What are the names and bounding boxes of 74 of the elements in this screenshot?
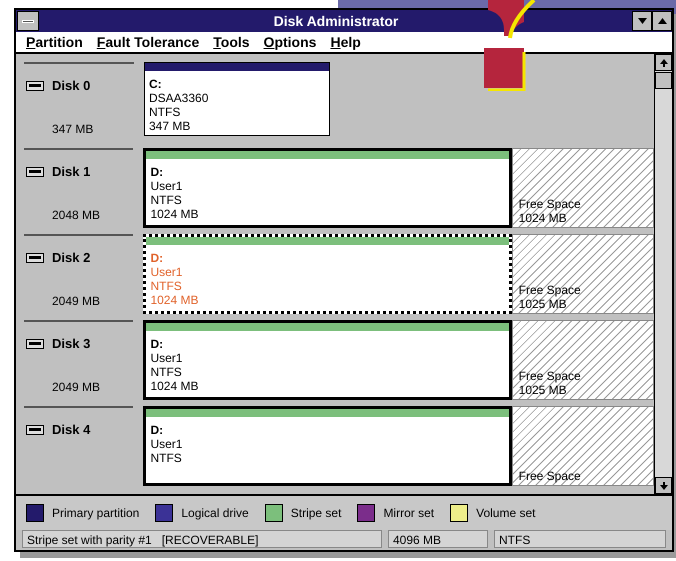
scroll-up-button[interactable] (655, 54, 672, 71)
partition-info: 1024 MB (150, 207, 200, 221)
disk-name: Disk 0 (52, 77, 90, 95)
menu-item[interactable]: Tools (213, 32, 250, 52)
partition-info: 347 MB (149, 119, 192, 133)
up-arrow-icon (658, 18, 666, 24)
partition-info: NTFS (150, 365, 183, 379)
disk-drive-icon (26, 80, 44, 91)
disk-size: 2049 MB (51, 293, 102, 310)
partition-info: Free Space (518, 469, 582, 483)
partition-info: NTFS (150, 451, 183, 465)
legend-label: Stripe set (290, 505, 342, 522)
free-space-region[interactable]: Free Space 1025 MB (512, 320, 654, 400)
legend-label: Mirror set (383, 505, 434, 522)
system-menu-button[interactable] (17, 11, 39, 31)
partition-info: 1025 MB (518, 383, 568, 397)
partition-block[interactable]: C: DSAA3360 NTFS 347 MB (144, 62, 330, 136)
legend-label: Primary partition (52, 505, 140, 522)
partition-info: NTFS (150, 279, 183, 293)
partition-block[interactable]: D: User1 NTFS 1024 MB (143, 148, 512, 228)
partition-info: D: (150, 423, 164, 437)
partition-info: 1025 MB (518, 297, 568, 311)
free-space-region[interactable]: Free Space 1025 MB (512, 234, 654, 314)
legend-label: Volume set (476, 505, 536, 522)
disk-size: 347 MB (51, 121, 94, 138)
partition-block[interactable]: D: User1 NTFS (143, 406, 512, 486)
partition-info: Free Space (518, 197, 582, 211)
partition-info: C: (149, 77, 163, 91)
partition-info: User1 (150, 265, 184, 279)
disk-drive-icon (26, 424, 44, 435)
menu-item[interactable]: Fault Tolerance (96, 32, 200, 52)
legend-label: Logical drive (181, 505, 249, 522)
partition-info: 1024 MB (150, 379, 200, 393)
disk-size: 2048 MB (51, 207, 102, 224)
maximize-button[interactable] (652, 11, 672, 31)
disk-name: Disk 3 (52, 335, 90, 353)
partition-info: NTFS (149, 105, 182, 119)
partition-info: D: (150, 251, 164, 265)
down-arrow-icon (638, 18, 646, 24)
partition-info: User1 (150, 179, 184, 193)
down-arrow-icon (660, 482, 668, 490)
partition-info: User1 (150, 437, 184, 451)
partition-info: DSAA3360 (149, 91, 210, 105)
menu-item[interactable]: Help (330, 32, 361, 52)
free-space-region[interactable]: Free Space 1024 MB (512, 148, 654, 228)
disk-drive-icon (26, 338, 44, 349)
partition-info: 1024 MB (518, 211, 568, 225)
partition-info: D: (150, 165, 164, 179)
partition-info: NTFS (150, 193, 183, 207)
scroll-thumb[interactable] (655, 72, 672, 89)
minimize-button[interactable] (632, 11, 652, 31)
menu-item[interactable]: Options (264, 32, 316, 52)
partition-info: D: (150, 337, 164, 351)
status-field: NTFS (494, 530, 666, 548)
up-arrow-icon (660, 58, 668, 66)
partition-info: Free Space (518, 369, 582, 383)
free-space-region[interactable]: Free Space (512, 406, 654, 486)
disk-name: Disk 1 (52, 163, 90, 181)
disk-name: Disk 2 (52, 249, 90, 267)
partition-block[interactable]: D: User1 NTFS 1024 MB (143, 320, 512, 400)
disk-drive-icon (26, 252, 44, 263)
partition-info: 1024 MB (150, 293, 200, 307)
partition-block[interactable]: D: User1 NTFS 1024 MB (143, 234, 512, 314)
status-field: Stripe set with parity #1 [RECOVERABLE] (22, 530, 382, 548)
window-title: Disk Administrator (272, 12, 400, 30)
menu-item[interactable]: Partition (26, 32, 83, 52)
vertical-scrollbar[interactable] (654, 54, 672, 494)
disk-size: 2049 MB (51, 379, 102, 396)
partition-info: User1 (150, 351, 184, 365)
disk-name: Disk 4 (52, 421, 90, 439)
disk-drive-icon (26, 166, 44, 177)
scroll-down-button[interactable] (655, 477, 672, 494)
partition-info: Free Space (518, 283, 582, 297)
status-field: 4096 MB (388, 530, 488, 548)
